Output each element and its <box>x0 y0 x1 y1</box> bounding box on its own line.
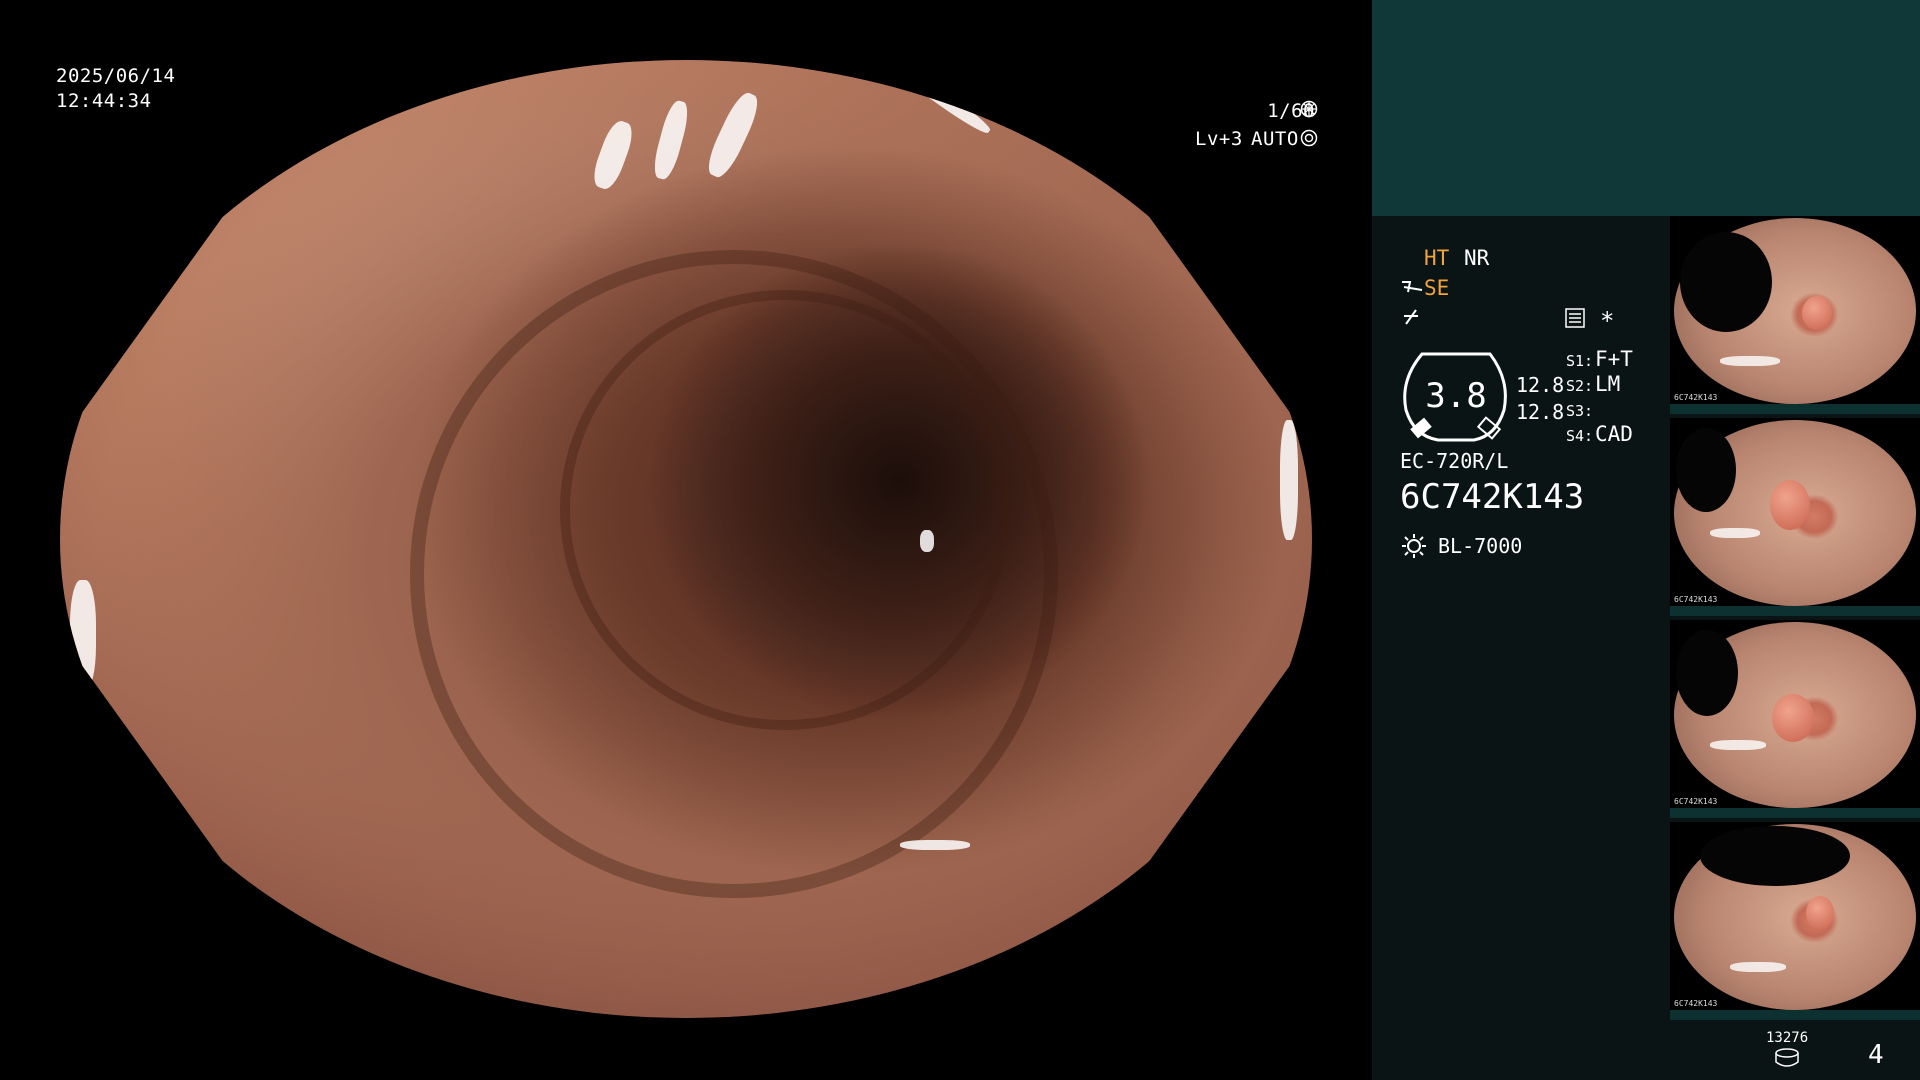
polyp <box>1806 896 1834 930</box>
light-reflection <box>1280 420 1298 540</box>
light-reflection <box>1710 740 1766 750</box>
captured-thumbnail[interactable]: 6C742K143 <box>1670 216 1920 414</box>
thumbnail-serial: 6C742K143 <box>1674 595 1718 604</box>
thumbnail-footer <box>1670 808 1920 818</box>
endoscope-image <box>60 60 1312 1018</box>
se-indicator: SE <box>1424 276 1450 300</box>
scope-serial: 6C742K143 <box>1400 477 1585 517</box>
switch-key: S2: <box>1566 377 1594 395</box>
panel-header <box>1372 0 1920 216</box>
edge-icon <box>1400 306 1422 328</box>
switch-key: S4: <box>1566 427 1594 445</box>
scope-model: EC-720R/L <box>1400 449 1509 473</box>
polyp <box>1772 694 1814 742</box>
light-reflection <box>702 88 764 182</box>
level-readout: Lv+3 <box>1195 128 1243 150</box>
captured-images: 6C742K143 6C742K143 6C742K143 6C742K143 <box>1670 216 1920 1024</box>
thumbnail-footer <box>1670 404 1920 414</box>
ht-indicator: HT <box>1424 246 1450 270</box>
lumen-shadow <box>1680 232 1772 332</box>
light-reflection <box>1720 356 1780 366</box>
time-readout: 12:44:34 <box>56 90 152 112</box>
thumbnail-footer <box>1670 1010 1920 1020</box>
structure-enhance-icon <box>1400 276 1424 298</box>
switch-key: S1: <box>1566 352 1594 370</box>
thumbnail-footer <box>1670 606 1920 616</box>
light-reflection <box>920 530 934 552</box>
date-readout: 2025/06/14 <box>56 65 176 87</box>
mucosal-fold <box>560 290 1010 730</box>
switch-value: LM <box>1595 372 1621 396</box>
light-reflection <box>1710 528 1760 538</box>
polyp <box>1770 480 1810 530</box>
light-reflection <box>70 580 96 690</box>
captured-thumbnail[interactable]: 6C742K143 <box>1670 822 1920 1020</box>
lumen-shadow <box>1676 630 1738 716</box>
asterisk-indicator: * <box>1600 307 1615 335</box>
lumen-shadow <box>1700 826 1850 886</box>
light-reflection <box>1730 962 1786 972</box>
switch-value: F+T <box>1595 347 1633 371</box>
polyp <box>1802 296 1832 330</box>
light-reflection <box>886 60 994 138</box>
lumen-shadow <box>1676 428 1736 512</box>
light-source-model: BL-7000 <box>1438 534 1523 558</box>
light-reflection <box>650 98 692 182</box>
gauge-value: 3.8 <box>1425 376 1487 416</box>
light-reflection <box>588 117 638 193</box>
thumbnail-serial: 6C742K143 <box>1674 393 1718 402</box>
mode-readout: AUTO <box>1251 128 1299 150</box>
record-settings-icon <box>1564 307 1586 329</box>
captured-thumbnail[interactable]: 6C742K143 <box>1670 418 1920 616</box>
status-panel: HT NR SE * 3.8 12.8 12.8 S1: F+T S2: LM … <box>1372 0 1920 1080</box>
captured-thumbnail[interactable]: 6C742K143 <box>1670 620 1920 818</box>
shutter-icon <box>1300 100 1318 118</box>
gauge-side-value-1: 12.8 <box>1516 373 1565 397</box>
light-source-icon <box>1400 532 1428 560</box>
storage-icon <box>1774 1048 1800 1068</box>
nr-indicator: NR <box>1464 246 1490 270</box>
thumbnail-serial: 6C742K143 <box>1674 797 1718 806</box>
switch-key: S3: <box>1566 402 1594 420</box>
endoscope-live-view: 2025/06/14 12:44:34 1/60 Lv+3 AUTO <box>0 0 1372 1080</box>
storage-count: 13276 <box>1766 1030 1809 1046</box>
iris-icon <box>1300 129 1318 147</box>
gauge-side-value-2: 12.8 <box>1516 400 1565 424</box>
switch-value: CAD <box>1595 422 1633 446</box>
thumbnail-serial: 6C742K143 <box>1674 999 1718 1008</box>
light-reflection <box>900 840 970 850</box>
image-count: 4 <box>1868 1040 1884 1070</box>
